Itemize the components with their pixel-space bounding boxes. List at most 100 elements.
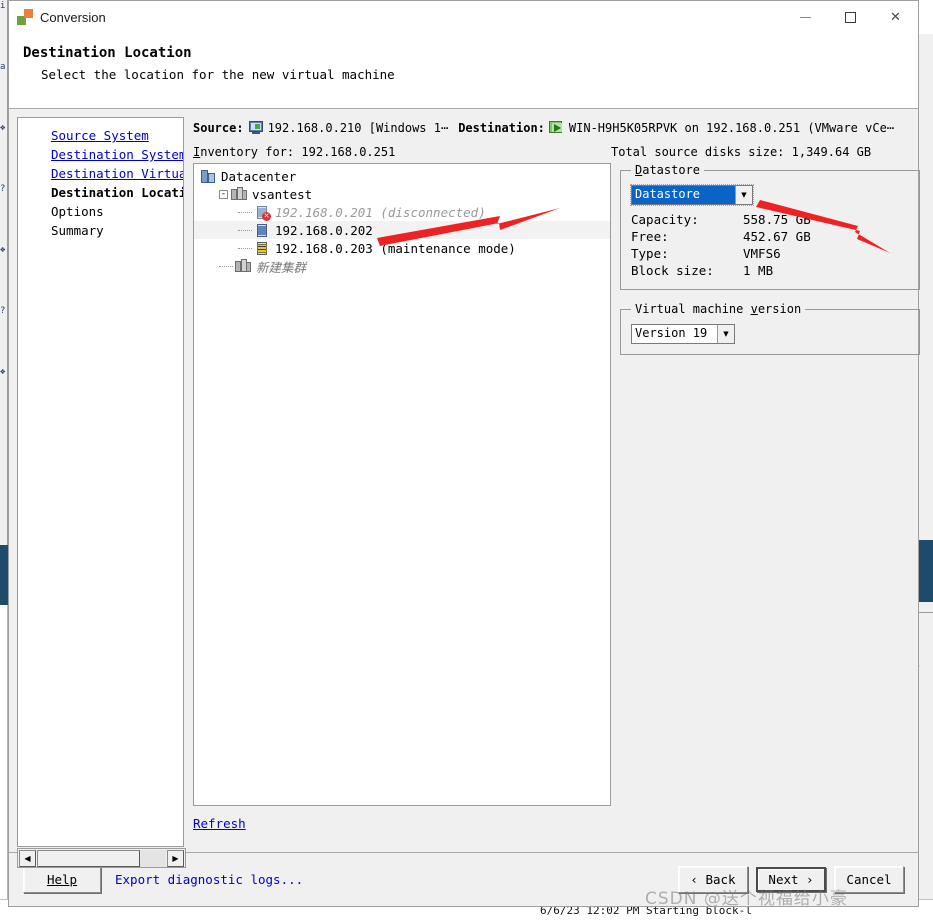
maximize-button[interactable] bbox=[828, 1, 873, 33]
scrollbar-thumb[interactable] bbox=[37, 849, 140, 867]
tree-collapse-icon[interactable]: - bbox=[219, 189, 228, 199]
background-glyph: ? bbox=[0, 306, 6, 316]
sidebar-item-destination-virtual-m[interactable]: Destination Virtual M bbox=[18, 164, 183, 183]
help-button[interactable]: Help bbox=[23, 866, 101, 893]
export-diagnostic-logs-link[interactable]: Export diagnostic logs... bbox=[115, 872, 303, 887]
window-controls: ✕ bbox=[783, 1, 918, 33]
datacenter-icon bbox=[200, 169, 216, 184]
background-left-dark-band bbox=[0, 545, 8, 605]
window-title: Conversion bbox=[40, 9, 106, 25]
source-label: Source: bbox=[193, 121, 244, 135]
tree-node-label: Datacenter bbox=[221, 168, 297, 184]
datastore-group: Datastore Datastore ▼ Capacity: 558.75 GB… bbox=[620, 163, 920, 290]
tree-connector bbox=[238, 247, 252, 249]
datastore-group-legend: Datastore bbox=[635, 163, 701, 177]
datastore-detail-key: Block size: bbox=[631, 263, 714, 278]
tree-node[interactable]: 192.168.0.202 bbox=[194, 221, 610, 239]
sidebar-item-destination-system[interactable]: Destination System bbox=[18, 145, 183, 164]
tree-node-label: vsantest bbox=[252, 186, 313, 202]
computer-icon bbox=[248, 121, 264, 135]
background-left-lower-panel bbox=[0, 605, 8, 921]
tree-node-label: 新建集群 bbox=[256, 259, 307, 275]
csdn-watermark: CSDN @送个视福给小豪 bbox=[645, 889, 848, 909]
refresh-row: Refresh bbox=[193, 815, 920, 833]
title-bar: Conversion ✕ bbox=[9, 1, 918, 33]
tree-node[interactable]: Datacenter bbox=[194, 167, 610, 185]
inventory-target: 192.168.0.251 bbox=[301, 145, 396, 159]
datastore-detail-key: Free: bbox=[631, 229, 669, 244]
total-disks-label: Total source disks size: bbox=[611, 145, 785, 159]
vm-version-selected-value: Version 19 bbox=[635, 326, 708, 340]
datastore-detail-row: Type: VMFS6 bbox=[631, 245, 811, 262]
sidebar-item-summary: Summary bbox=[51, 223, 104, 238]
datastore-detail-value: 452.67 GB bbox=[743, 229, 811, 244]
source-value: 192.168.0.210 [Windows 1⋯ bbox=[267, 121, 449, 135]
background-window-left: i a ❖? ❖? ❖ bbox=[0, 0, 8, 921]
inventory-label: nventory for: bbox=[200, 145, 295, 159]
datastore-details-table: Capacity: 558.75 GB Free: 452.67 GB Type: VMF… bbox=[631, 211, 811, 279]
background-glyph: ❖ bbox=[0, 245, 6, 255]
vm-version-group-legend: Virtual machine version bbox=[635, 302, 802, 316]
inventory-tree[interactable]: Datacenter - vsantest ✕ 192.168.0.201 (disco… bbox=[193, 163, 611, 806]
scrollbar-track[interactable] bbox=[140, 849, 166, 867]
datastore-detail-value: VMFS6 bbox=[743, 246, 781, 261]
inventory-label-group: Inventory for: 192.168.0.251 bbox=[193, 145, 611, 159]
page-subtitle: Select the location for the new virtual … bbox=[41, 67, 395, 82]
tree-node[interactable]: ✕ 192.168.0.201 (disconnected) bbox=[194, 203, 610, 221]
tree-node-label: 192.168.0.202 bbox=[275, 222, 373, 238]
datastore-detail-row: Block size: 1 MB bbox=[631, 262, 811, 279]
content-area: Source: 192.168.0.210 [Windows 1⋯ Destin… bbox=[184, 117, 930, 852]
conversion-dialog: Conversion ✕ Destination Location Select… bbox=[8, 0, 920, 907]
datastore-detail-key: Type: bbox=[631, 246, 669, 261]
host-maintenance-icon bbox=[254, 241, 270, 256]
destination-label: Destination: bbox=[458, 121, 545, 135]
background-glyph: ❖ bbox=[0, 367, 6, 377]
host-disconnected-icon: ✕ bbox=[254, 205, 271, 221]
tree-node[interactable]: - vsantest bbox=[194, 185, 610, 203]
cluster-icon bbox=[231, 186, 247, 202]
total-disks-group: Total source disks size: 1,349.64 GB bbox=[611, 145, 871, 159]
datastore-selected-value: Datastore bbox=[632, 186, 735, 204]
right-options-panel: Datastore Datastore ▼ Capacity: 558.75 GB… bbox=[620, 163, 920, 806]
vm-version-group: Virtual machine version Version 19 ▼ bbox=[620, 302, 920, 355]
sidebar-horizontal-scrollbar[interactable]: ◀ ▶ bbox=[17, 848, 186, 868]
scroll-left-icon[interactable]: ◀ bbox=[19, 849, 36, 867]
virtual-machine-icon bbox=[548, 121, 565, 135]
destination-value: WIN-H9H5K05RPVK on 192.168.0.251 (VMware… bbox=[568, 121, 895, 135]
chevron-down-icon[interactable]: ▼ bbox=[735, 186, 752, 204]
source-destination-bar: Source: 192.168.0.210 [Windows 1⋯ Destin… bbox=[193, 117, 920, 139]
background-glyph: a bbox=[0, 62, 6, 72]
background-left-icon-strip: i a ❖? ❖? ❖ bbox=[0, 0, 8, 560]
scroll-right-icon[interactable]: ▶ bbox=[167, 849, 184, 867]
total-disks-value: 1,349.64 GB bbox=[791, 145, 872, 159]
datastore-detail-value: 558.75 GB bbox=[743, 212, 811, 227]
sidebar-item-source-system[interactable]: Source System bbox=[18, 126, 183, 145]
tree-node[interactable]: 新建集群 bbox=[194, 257, 610, 275]
tree-connector bbox=[238, 229, 252, 231]
background-glyph: ? bbox=[0, 184, 6, 194]
refresh-link[interactable]: Refresh bbox=[193, 816, 246, 831]
host-icon bbox=[254, 223, 270, 238]
datastore-detail-row: Capacity: 558.75 GB bbox=[631, 211, 811, 228]
vm-version-select[interactable]: Version 19 ▼ bbox=[631, 324, 735, 344]
minimize-button[interactable] bbox=[783, 1, 828, 33]
inventory-header-row: Inventory for: 192.168.0.251 Total sourc… bbox=[193, 145, 920, 159]
chevron-down-icon[interactable]: ▼ bbox=[717, 325, 734, 343]
page-header: Destination Location Select the location… bbox=[9, 33, 918, 109]
wizard-steps-sidebar: Source System Destination System Destinati… bbox=[17, 117, 186, 868]
datastore-detail-value: 1 MB bbox=[743, 263, 774, 278]
tree-node[interactable]: 192.168.0.203 (maintenance mode) bbox=[194, 239, 610, 257]
tree-connector bbox=[219, 265, 233, 267]
page-title: Destination Location bbox=[23, 45, 192, 61]
panes: Datacenter - vsantest ✕ 192.168.0.201 (disco… bbox=[193, 163, 920, 806]
tree-node-label: 192.168.0.203 (maintenance mode) bbox=[275, 240, 516, 256]
close-icon[interactable]: ✕ bbox=[873, 1, 918, 33]
datastore-detail-row: Free: 452.67 GB bbox=[631, 228, 811, 245]
conversion-icon bbox=[17, 9, 33, 25]
datastore-select[interactable]: Datastore ▼ bbox=[630, 184, 754, 206]
tree-connector bbox=[238, 211, 252, 213]
sidebar-item-options: Options bbox=[51, 204, 104, 219]
tree-node-label: 192.168.0.201 (disconnected) bbox=[275, 204, 486, 220]
datastore-detail-key: Capacity: bbox=[631, 212, 699, 227]
dialog-body: Source System Destination System Destinati… bbox=[9, 109, 920, 868]
